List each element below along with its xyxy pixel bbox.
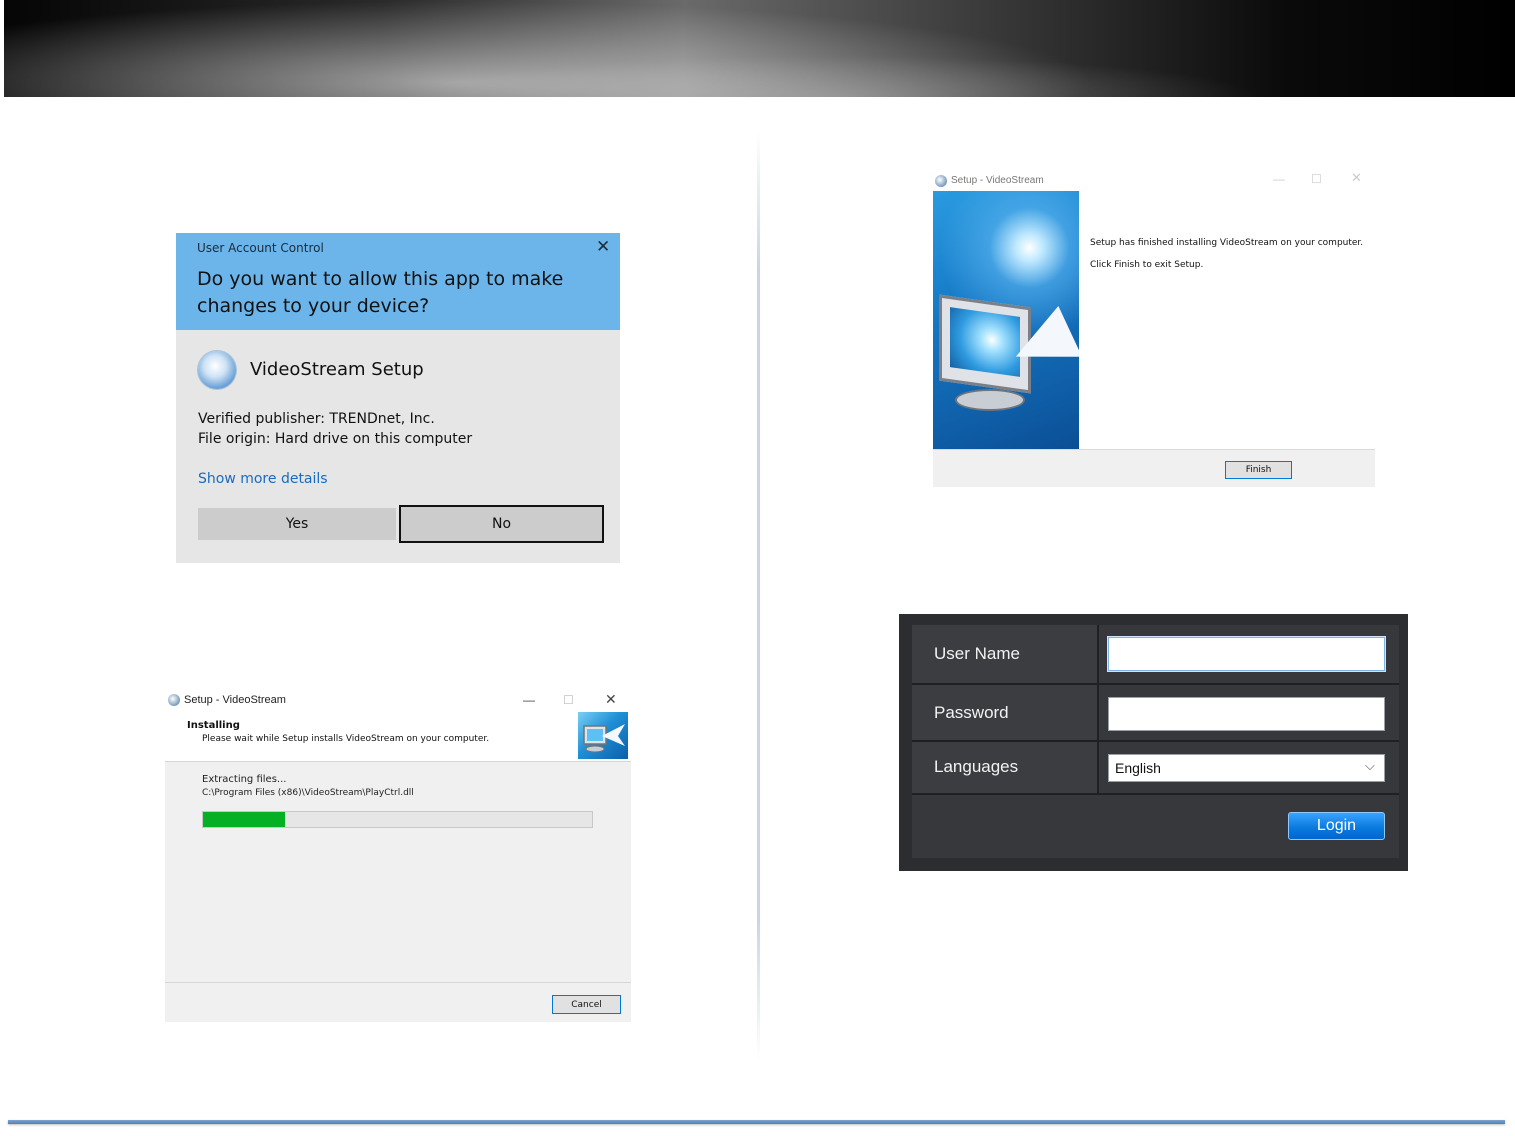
username-row: User Name bbox=[912, 625, 1399, 685]
uac-question: Do you want to allow this app to make ch… bbox=[197, 268, 564, 317]
finish-footer: Finish bbox=[933, 449, 1375, 487]
finish-message: Setup has finished installing VideoStrea… bbox=[1090, 238, 1364, 248]
uac-header: User Account Control ✕ Do you want to al… bbox=[176, 233, 620, 330]
cancel-button[interactable]: Cancel bbox=[552, 995, 621, 1014]
login-button-row: Login bbox=[912, 795, 1399, 858]
close-icon[interactable]: ✕ bbox=[605, 691, 617, 708]
login-form: User Name Password Languages English ⌵ L… bbox=[912, 625, 1399, 858]
language-select[interactable]: English ⌵ bbox=[1108, 754, 1385, 782]
minimize-icon[interactable]: — bbox=[1273, 172, 1285, 186]
login-panel: User Name Password Languages English ⌵ L… bbox=[899, 614, 1408, 871]
password-label-cell: Password bbox=[912, 685, 1099, 740]
header-banner bbox=[4, 0, 1515, 97]
maximize-icon[interactable]: ☐ bbox=[1311, 172, 1322, 186]
installer-file-path: C:\Program Files (x86)\VideoStream\PlayC… bbox=[202, 788, 414, 798]
username-label: User Name bbox=[934, 644, 1020, 663]
footer-line bbox=[8, 1120, 1505, 1124]
uac-dialog: User Account Control ✕ Do you want to al… bbox=[176, 233, 620, 563]
languages-label: Languages bbox=[934, 757, 1019, 776]
installer-title: Setup - VideoStream bbox=[184, 694, 286, 706]
close-icon[interactable]: ✕ bbox=[1351, 170, 1362, 186]
finish-instruction: Click Finish to exit Setup. bbox=[1090, 260, 1204, 270]
show-more-details-link[interactable]: Show more details bbox=[198, 471, 328, 487]
languages-row: Languages English ⌵ bbox=[912, 742, 1399, 795]
installer-window: Setup - VideoStream — ☐ ✕ Installing Ple… bbox=[165, 688, 631, 1022]
progress-fill bbox=[203, 812, 285, 827]
no-button[interactable]: No bbox=[399, 505, 604, 543]
installer-header: Installing Please wait while Setup insta… bbox=[165, 712, 631, 762]
installer-heading: Installing bbox=[187, 720, 240, 731]
login-button[interactable]: Login bbox=[1288, 812, 1385, 840]
close-icon[interactable]: ✕ bbox=[596, 237, 610, 257]
password-row: Password bbox=[912, 685, 1399, 742]
installer-separator bbox=[165, 982, 631, 983]
chevron-down-icon: ⌵ bbox=[1365, 758, 1375, 773]
installer-titlebar: Setup - VideoStream — ☐ ✕ bbox=[165, 688, 631, 712]
maximize-icon[interactable]: ☐ bbox=[563, 693, 574, 707]
uac-file-origin: File origin: Hard drive on this computer bbox=[198, 431, 473, 447]
uac-publisher: Verified publisher: TRENDnet, Inc. bbox=[198, 411, 435, 427]
monitor-stand bbox=[955, 389, 1025, 411]
setup-app-icon bbox=[168, 694, 180, 706]
minimize-icon[interactable]: — bbox=[523, 693, 535, 707]
installer-subheading: Please wait while Setup installs VideoSt… bbox=[202, 734, 490, 744]
finish-button[interactable]: Finish bbox=[1225, 461, 1292, 479]
finish-title: Setup - VideoStream bbox=[951, 175, 1044, 186]
wizard-side-image bbox=[933, 191, 1079, 449]
progress-bar bbox=[202, 811, 593, 828]
password-input[interactable] bbox=[1108, 697, 1385, 731]
username-label-cell: User Name bbox=[912, 625, 1099, 683]
password-label: Password bbox=[934, 703, 1009, 722]
languages-label-cell: Languages bbox=[912, 742, 1099, 793]
installer-status: Extracting files... bbox=[202, 774, 287, 785]
setup-app-icon bbox=[935, 175, 947, 187]
yes-button[interactable]: Yes bbox=[198, 508, 396, 540]
username-input[interactable] bbox=[1108, 637, 1385, 671]
videostream-app-icon bbox=[198, 351, 236, 389]
language-selected-value: English bbox=[1115, 760, 1161, 776]
finish-window: Setup - VideoStream — ☐ ✕ Setup has fini… bbox=[933, 170, 1375, 487]
uac-app-name: VideoStream Setup bbox=[250, 359, 424, 380]
installer-banner-image bbox=[578, 712, 628, 759]
uac-title: User Account Control bbox=[197, 241, 324, 255]
column-divider bbox=[757, 130, 760, 1060]
